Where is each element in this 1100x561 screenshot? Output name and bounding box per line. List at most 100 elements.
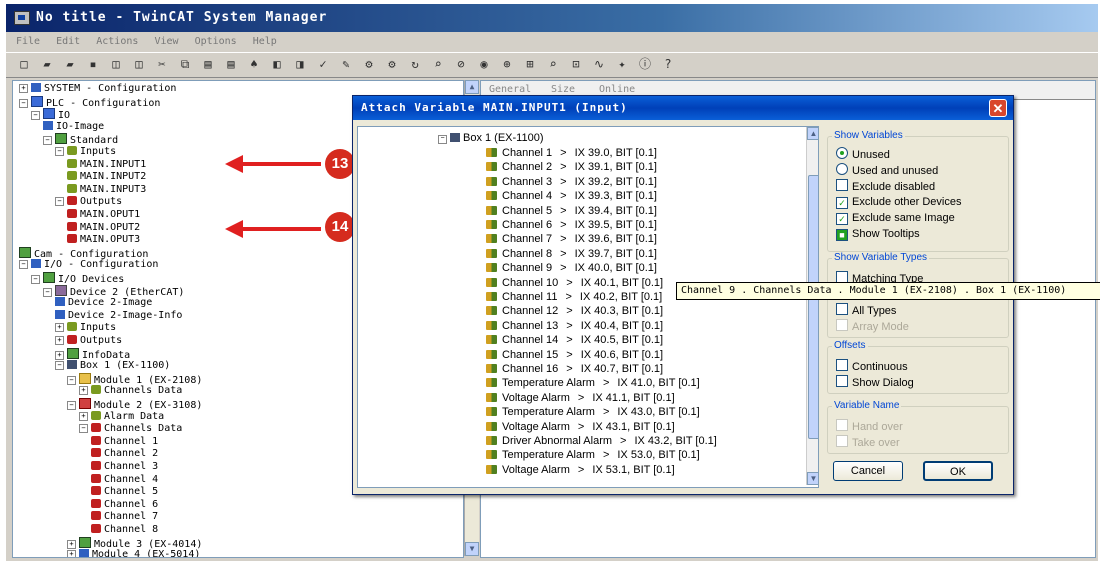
link-icon[interactable]: ⊕	[499, 57, 515, 72]
tree-node[interactable]: Cam - Configuration	[19, 246, 148, 260]
checkbox-unchecked-icon[interactable]	[836, 359, 848, 371]
find-icon[interactable]: ♠	[246, 57, 262, 72]
expand-icon[interactable]: +	[19, 84, 28, 93]
variable-row[interactable]: Channel 14 > IX 40.5, BIT [0.1]	[486, 333, 663, 347]
paste-with-links-icon[interactable]: ▤	[223, 57, 239, 72]
tree-node[interactable]: IO-Image	[43, 120, 104, 133]
paste-icon[interactable]: ▤	[200, 57, 216, 72]
tree-node[interactable]: + Channels Data	[79, 385, 182, 397]
tree-node[interactable]: − Standard	[43, 133, 118, 146]
menu-options[interactable]: Options	[195, 34, 237, 50]
variable-row[interactable]: Temperature Alarm > IX 43.0, BIT [0.1]	[486, 405, 700, 419]
variable-row[interactable]: Voltage Alarm > IX 41.1, BIT [0.1]	[486, 391, 675, 405]
tree-node[interactable]: − Box 1 (EX-1100)	[55, 360, 170, 372]
set-config-mode-icon[interactable]: ⚙	[384, 57, 400, 72]
option-unused[interactable]: Unused	[836, 147, 890, 161]
variable-row[interactable]: Channel 5 > IX 39.4, BIT [0.1]	[486, 204, 657, 218]
menu-help[interactable]: Help	[253, 34, 277, 50]
option-used-and-unused[interactable]: Used and unused	[836, 163, 938, 177]
new-icon[interactable]: □	[16, 57, 32, 72]
tree-node[interactable]: Channel 6	[91, 498, 158, 511]
tree-node[interactable]: + Inputs	[55, 322, 116, 334]
scroll-up-icon[interactable]: ▲	[807, 127, 818, 140]
set-run-mode-icon[interactable]: ⚙	[361, 57, 377, 72]
collapse-icon[interactable]: −	[43, 136, 52, 146]
expand-icon[interactable]: +	[55, 336, 64, 345]
variable-row[interactable]: Driver Abnormal Alarm > IX 43.2, BIT [0.1]	[486, 434, 717, 448]
scroll-down-icon[interactable]: ▼	[465, 542, 479, 556]
dialog-title-bar[interactable]: Attach Variable MAIN.INPUT1 (Input) ✕	[353, 96, 1013, 120]
print-icon[interactable]: ◫	[131, 57, 147, 72]
tree-node[interactable]: Channel 8	[91, 524, 158, 536]
expand-icon[interactable]: +	[67, 539, 76, 549]
tree-node[interactable]: − IO	[31, 108, 70, 121]
variable-row[interactable]: Channel 1 > IX 39.0, BIT [0.1]	[486, 146, 657, 160]
menu-edit[interactable]: Edit	[56, 34, 80, 50]
tree-node[interactable]: − Outputs	[55, 196, 122, 208]
help-icon[interactable]: ?	[660, 57, 676, 72]
option-exclude-disabled[interactable]: Exclude disabled	[836, 179, 935, 193]
option-show-tooltips[interactable]: ■ Show Tooltips	[836, 227, 920, 241]
tree-node[interactable]: MAIN.OPUT1	[67, 209, 140, 221]
variable-row[interactable]: Temperature Alarm > IX 53.0, BIT [0.1]	[486, 448, 700, 462]
tree-node[interactable]: MAIN.INPUT2	[67, 171, 146, 183]
replace-icon[interactable]: ◧	[269, 57, 285, 72]
tree-node[interactable]: + Module 4 (EX-5014)	[67, 549, 200, 557]
variable-row[interactable]: Channel 6 > IX 39.5, BIT [0.1]	[486, 218, 657, 232]
cut-icon[interactable]: ✂	[154, 57, 170, 72]
collapse-icon[interactable]: −	[79, 424, 88, 434]
tab-online[interactable]: Online	[599, 84, 635, 95]
variable-row[interactable]: Channel 12 > IX 40.3, BIT [0.1]	[486, 304, 663, 318]
expand-icon[interactable]: +	[55, 323, 64, 333]
oscilloscope-icon[interactable]: ∿	[591, 57, 607, 72]
scroll-up-icon[interactable]: ▲	[465, 80, 479, 94]
tree-node[interactable]: Channel 4	[91, 473, 158, 486]
title-bar[interactable]: No title - TwinCAT System Manager	[6, 4, 1098, 32]
collapse-icon[interactable]: −	[67, 401, 76, 410]
variable-row[interactable]: Channel 9 > IX 40.0, BIT [0.1]	[486, 261, 657, 275]
tree-node[interactable]: + SYSTEM - Configuration	[19, 83, 176, 95]
tree-node[interactable]: Channel 7	[91, 511, 158, 523]
tree-node[interactable]: − Inputs	[55, 146, 116, 158]
variable-row[interactable]: Voltage Alarm > IX 53.1, BIT [0.1]	[486, 463, 675, 477]
option-exclude-other-devices[interactable]: ✓ Exclude other Devices	[836, 195, 961, 209]
collapse-icon[interactable]: −	[55, 147, 64, 156]
toggle-free-run-icon[interactable]: ⊘	[453, 57, 469, 72]
checkbox-checked-icon[interactable]: ■	[836, 229, 848, 241]
variable-list-scrollbar[interactable]: ▲ ▼	[806, 127, 818, 485]
variable-row[interactable]: Channel 2 > IX 39.1, BIT [0.1]	[486, 160, 657, 174]
open-remote-icon[interactable]: ▰	[62, 57, 78, 72]
variable-list[interactable]: − Box 1 (EX-1100) ▲ ▼ Channel 1 > IX 39.0, …	[357, 126, 819, 488]
menu-file[interactable]: File	[16, 34, 40, 50]
option-continuous[interactable]: Continuous	[836, 359, 908, 373]
tree-node[interactable]: + Alarm Data	[79, 410, 164, 423]
scan-devices-icon[interactable]: ⌕	[430, 57, 446, 72]
activate-configuration-icon[interactable]: ✎	[338, 57, 354, 72]
variable-row[interactable]: Channel 15 > IX 40.6, BIT [0.1]	[486, 348, 663, 362]
expand-icon[interactable]: +	[67, 550, 76, 557]
tree-node[interactable]: MAIN.INPUT3	[67, 183, 146, 196]
tree-node[interactable]: MAIN.OPUT3	[67, 234, 140, 246]
collapse-icon[interactable]: −	[19, 260, 28, 270]
tree-node[interactable]: MAIN.OPUT2	[67, 221, 140, 234]
radio-selected-icon[interactable]	[836, 147, 848, 159]
variable-row[interactable]: Channel 8 > IX 39.7, BIT [0.1]	[486, 247, 657, 261]
variable-row[interactable]: Temperature Alarm > IX 41.0, BIT [0.1]	[486, 376, 700, 390]
box-node[interactable]: − Box 1 (EX-1100)	[438, 131, 544, 145]
tree-node[interactable]: − PLC - Configuration	[19, 95, 160, 109]
variable-row[interactable]: Channel 16 > IX 40.7, BIT [0.1]	[486, 362, 663, 376]
find-item-icon[interactable]: ⌕	[545, 57, 561, 72]
tree-node[interactable]: Device 2-Image	[55, 297, 152, 309]
tab-general[interactable]: General	[489, 84, 531, 95]
tree-node[interactable]: − I/O Devices	[31, 272, 124, 285]
menu-view[interactable]: View	[154, 34, 178, 50]
collapse-icon[interactable]: −	[67, 375, 76, 385]
tree-node[interactable]: + InfoData	[55, 347, 130, 361]
expand-icon[interactable]: +	[79, 411, 88, 421]
tree-node[interactable]: MAIN.INPUT1	[67, 158, 146, 171]
tree-node[interactable]: Device 2-Image-Info	[55, 309, 182, 322]
option-all-types[interactable]: All Types	[836, 303, 896, 317]
collapse-icon[interactable]: −	[55, 197, 64, 207]
tree-node[interactable]: + Module 3 (EX-4014)	[67, 536, 202, 550]
option-show-dialog[interactable]: Show Dialog	[836, 375, 914, 389]
